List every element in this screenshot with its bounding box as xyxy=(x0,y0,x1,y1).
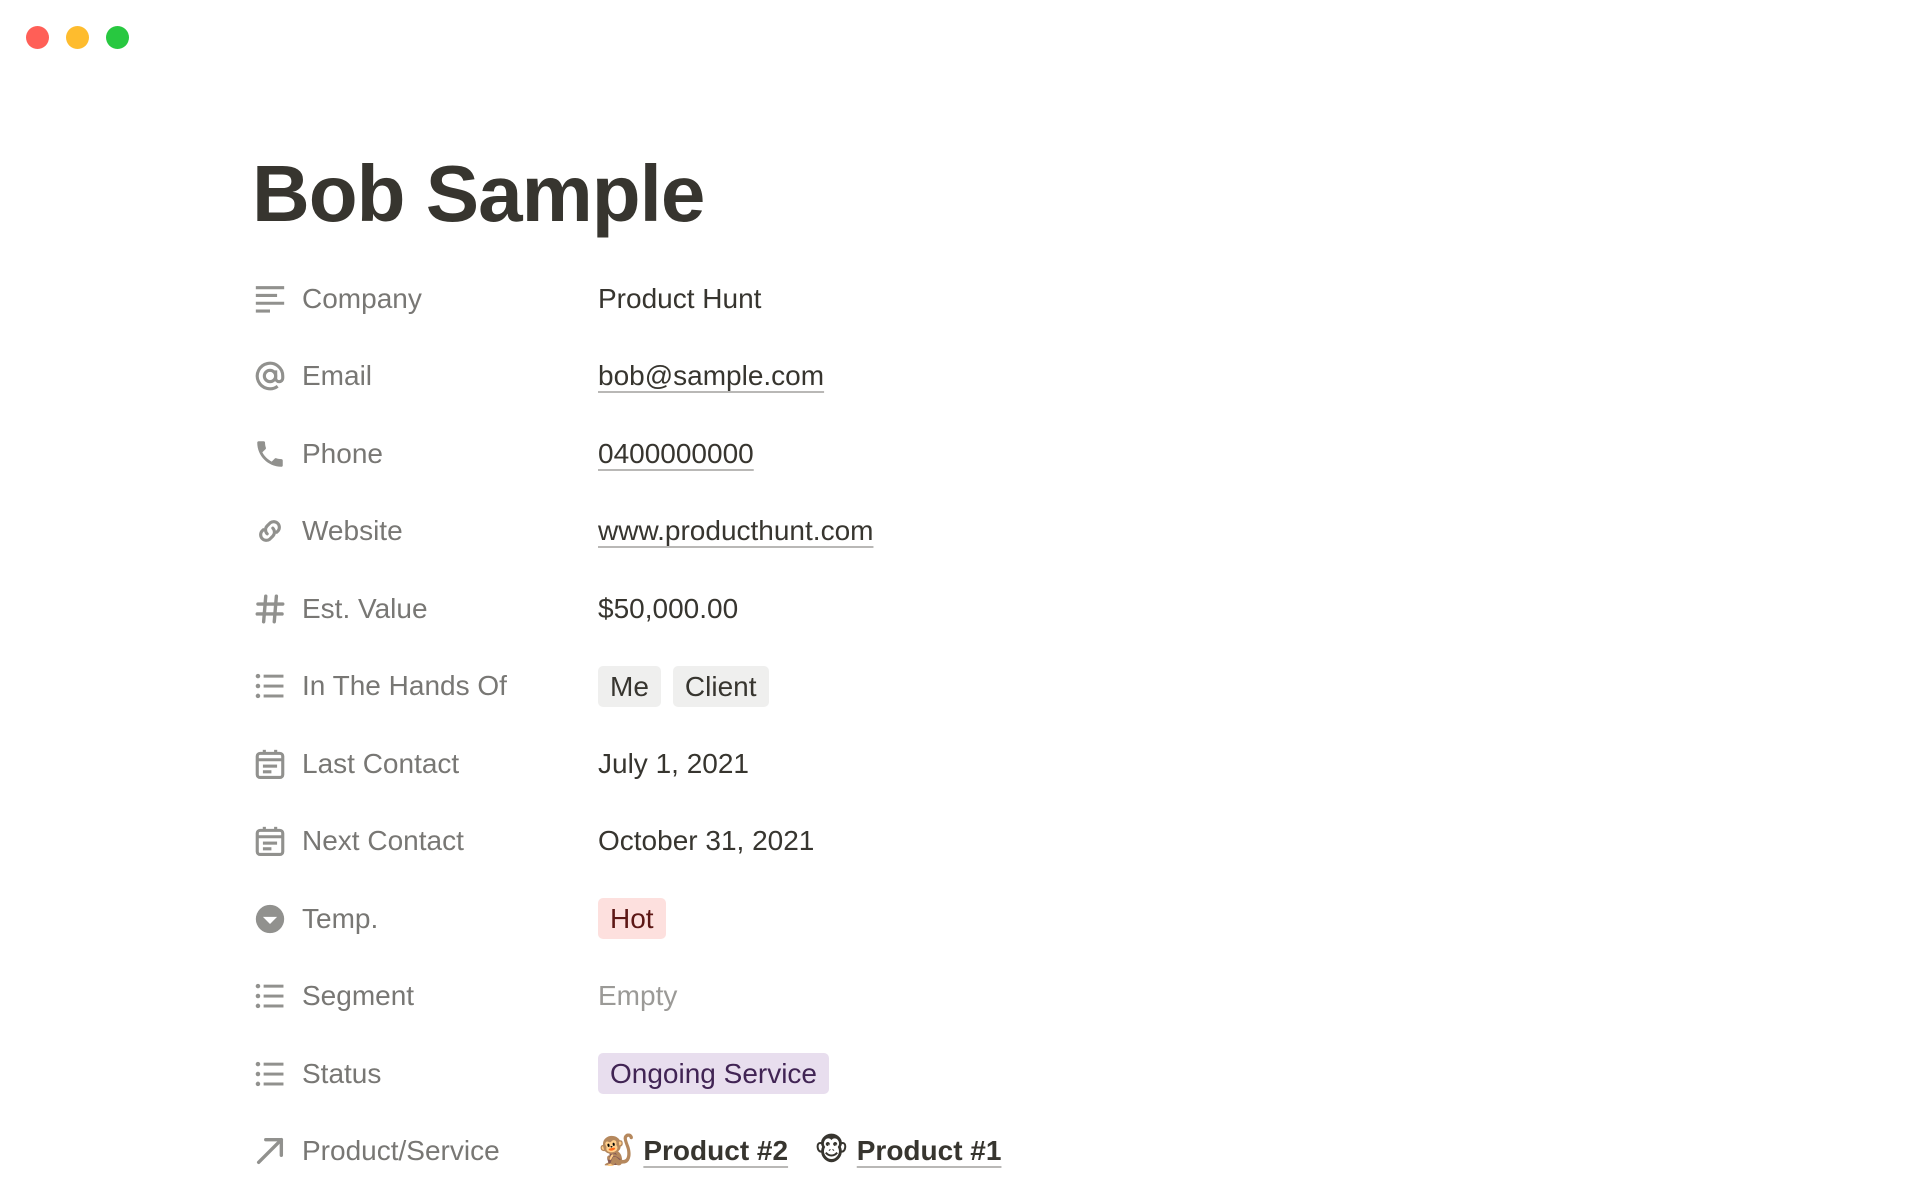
select-chevron-icon xyxy=(252,901,288,937)
email-link[interactable]: bob@sample.com xyxy=(598,360,824,392)
property-label-text: Segment xyxy=(302,980,415,1012)
property-value-est-value[interactable]: $50,000.00 xyxy=(598,593,738,625)
property-label-text: Email xyxy=(302,360,373,392)
property-email: Email bob@sample.com xyxy=(252,338,1652,416)
property-label-company[interactable]: Company xyxy=(252,281,598,317)
property-label-text: Website xyxy=(302,515,403,547)
list-icon xyxy=(252,978,288,1014)
property-temp: Temp. Hot xyxy=(252,880,1652,958)
property-label-text: Est. Value xyxy=(302,592,428,624)
property-est-value: Est. Value $50,000.00 xyxy=(252,570,1652,648)
list-icon xyxy=(252,668,288,704)
at-sign-icon xyxy=(252,358,288,394)
property-value-next-contact[interactable]: October 31, 2021 xyxy=(598,825,814,857)
close-button[interactable] xyxy=(26,26,49,49)
property-value-product-service: 🐒 Product #2 🐵 Product #1 xyxy=(598,1135,1015,1167)
company-value: Product Hunt xyxy=(598,282,762,314)
phone-link[interactable]: 0400000000 xyxy=(598,438,754,470)
calendar-icon xyxy=(252,746,288,782)
property-last-contact: Last Contact July 1, 2021 xyxy=(252,725,1652,803)
property-label-temp[interactable]: Temp. xyxy=(252,901,598,937)
property-value-status[interactable]: Ongoing Service xyxy=(598,1053,830,1095)
tag-client[interactable]: Client xyxy=(672,665,769,707)
property-value-in-the-hands-of[interactable]: Me Client xyxy=(598,665,769,707)
tag-hot[interactable]: Hot xyxy=(598,898,666,940)
property-label-website[interactable]: Website xyxy=(252,513,598,549)
window-controls xyxy=(26,26,129,49)
property-label-last-contact[interactable]: Last Contact xyxy=(252,746,598,782)
property-value-email[interactable]: bob@sample.com xyxy=(598,360,824,392)
property-segment: Segment Empty xyxy=(252,958,1652,1036)
minimize-button[interactable] xyxy=(66,26,89,49)
property-value-phone[interactable]: 0400000000 xyxy=(598,438,754,470)
property-label-segment[interactable]: Segment xyxy=(252,978,598,1014)
property-value-segment[interactable]: Empty xyxy=(598,980,677,1012)
link-icon xyxy=(252,513,288,549)
text-lines-icon xyxy=(252,281,288,317)
monkey-face-icon: 🐵 xyxy=(814,1134,849,1168)
property-label-text: Company xyxy=(302,282,422,314)
property-status: Status Ongoing Service xyxy=(252,1035,1652,1113)
property-product-service: Product/Service 🐒 Product #2 🐵 Product #… xyxy=(252,1113,1652,1191)
property-list: Company Product Hunt Email bob@sample.co… xyxy=(252,260,1652,1190)
tag-me[interactable]: Me xyxy=(598,665,661,707)
relation-product-1[interactable]: 🐵 Product #1 xyxy=(814,1135,1001,1167)
phone-icon xyxy=(252,436,288,472)
next-contact-date: October 31, 2021 xyxy=(598,825,815,857)
relation-label: Product #1 xyxy=(856,1135,1002,1167)
property-value-company[interactable]: Product Hunt xyxy=(598,283,761,315)
property-phone: Phone 0400000000 xyxy=(252,415,1652,493)
app-window: Bob Sample Company Product Hunt Email bo… xyxy=(0,0,1920,1200)
property-label-est-value[interactable]: Est. Value xyxy=(252,591,598,627)
property-value-website[interactable]: www.producthunt.com xyxy=(598,515,873,547)
segment-empty-placeholder: Empty xyxy=(598,980,678,1012)
website-link[interactable]: www.producthunt.com xyxy=(598,515,873,547)
calendar-icon xyxy=(252,823,288,859)
relation-product-2[interactable]: 🐒 Product #2 xyxy=(598,1135,788,1167)
relation-label: Product #2 xyxy=(643,1135,789,1167)
property-label-text: Last Contact xyxy=(302,747,460,779)
est-value-amount: $50,000.00 xyxy=(598,592,739,624)
property-next-contact: Next Contact October 31, 2021 xyxy=(252,803,1652,881)
last-contact-date: July 1, 2021 xyxy=(598,747,749,779)
property-value-temp[interactable]: Hot xyxy=(598,898,666,940)
property-company: Company Product Hunt xyxy=(252,260,1652,338)
property-label-text: Temp. xyxy=(302,902,379,934)
property-label-text: Product/Service xyxy=(302,1135,500,1167)
tag-ongoing-service[interactable]: Ongoing Service xyxy=(598,1053,830,1095)
property-label-in-the-hands-of[interactable]: In The Hands Of xyxy=(252,668,598,704)
property-website: Website www.producthunt.com xyxy=(252,493,1652,571)
property-label-text: Phone xyxy=(302,437,383,469)
property-label-product-service[interactable]: Product/Service xyxy=(252,1133,598,1169)
property-label-email[interactable]: Email xyxy=(252,358,598,394)
property-in-the-hands-of: In The Hands Of Me Client xyxy=(252,648,1652,726)
page-title[interactable]: Bob Sample xyxy=(252,150,1652,238)
property-label-text: In The Hands Of xyxy=(302,670,507,702)
property-label-text: Next Contact xyxy=(302,825,464,857)
zoom-button[interactable] xyxy=(106,26,129,49)
property-label-status[interactable]: Status xyxy=(252,1056,598,1092)
page-content: Bob Sample Company Product Hunt Email bo… xyxy=(252,150,1652,1190)
hash-icon xyxy=(252,591,288,627)
list-icon xyxy=(252,1056,288,1092)
property-label-phone[interactable]: Phone xyxy=(252,436,598,472)
property-value-last-contact[interactable]: July 1, 2021 xyxy=(598,748,749,780)
monkey-icon: 🐒 xyxy=(598,1134,636,1168)
property-label-text: Status xyxy=(302,1057,382,1089)
relation-arrow-icon xyxy=(252,1133,288,1169)
property-label-next-contact[interactable]: Next Contact xyxy=(252,823,598,859)
